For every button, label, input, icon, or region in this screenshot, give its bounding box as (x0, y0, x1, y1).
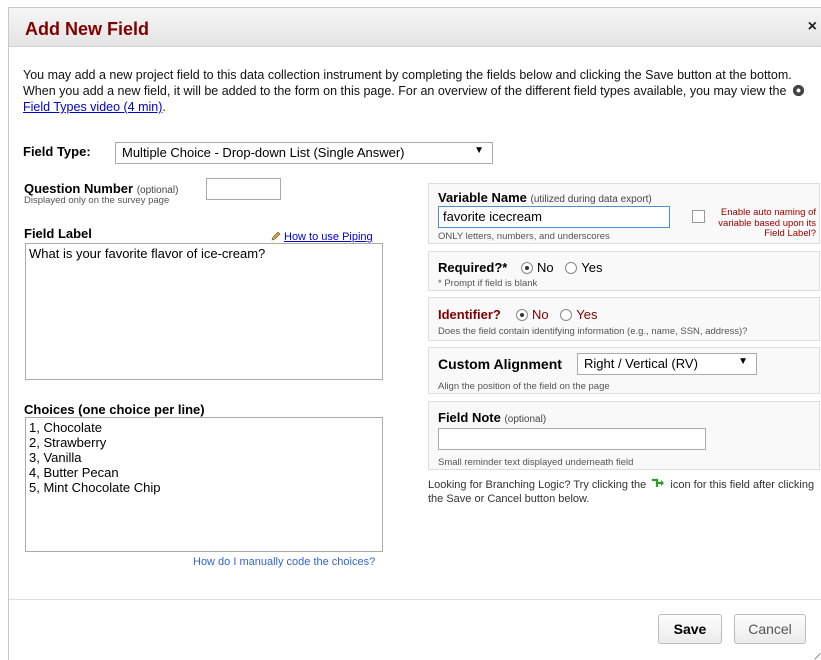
field-note-input[interactable] (438, 428, 706, 450)
manual-code-choices-link[interactable]: How do I manually code the choices? (193, 556, 375, 568)
field-note-label: Field Note (optional) (438, 410, 546, 425)
identifier-panel: Identifier? No Yes Does the field contai… (428, 297, 820, 341)
variable-name-title: Variable Name (438, 190, 527, 205)
custom-alignment-label: Custom Alignment (438, 356, 562, 372)
custom-alignment-hint: Align the position of the field on the p… (438, 381, 610, 392)
question-number-label: Question Number (optional) (24, 181, 178, 196)
custom-alignment-select[interactable]: Right / Vertical (RV) ▼ (577, 353, 757, 375)
pencil-icon (271, 231, 281, 241)
cancel-button[interactable]: Cancel (734, 614, 806, 644)
field-type-selected: Multiple Choice - Drop-down List (Single… (122, 145, 405, 160)
dialog-title: Add New Field (25, 19, 150, 39)
add-field-dialog: Add New Field × You may add a new projec… (8, 7, 821, 660)
required-no-radio[interactable] (521, 262, 533, 274)
branching-logic-icon (652, 478, 665, 487)
required-panel: Required?* No Yes * Prompt if field is b… (428, 251, 820, 291)
required-label: Required?* (438, 260, 508, 275)
question-number-title: Question Number (24, 181, 134, 196)
identifier-yes-radio[interactable] (560, 309, 573, 321)
required-no-label: No (537, 260, 554, 275)
field-note-optional: (optional) (504, 414, 547, 425)
choices-label: Choices (one choice per line) (24, 402, 205, 417)
intro-text: You may add a new project field to this … (23, 67, 813, 115)
chevron-down-icon: ▼ (738, 356, 748, 367)
intro-period: . (162, 100, 166, 114)
branching-tip-before: Looking for Branching Logic? Try clickin… (428, 479, 647, 491)
question-number-input[interactable] (206, 178, 281, 200)
field-type-select[interactable]: Multiple Choice - Drop-down List (Single… (115, 142, 493, 164)
variable-name-panel: Variable Name (utilized during data expo… (428, 183, 820, 244)
field-note-hint: Small reminder text displayed underneath… (438, 457, 634, 468)
identifier-no-label: No (532, 307, 549, 322)
identifier-hint: Does the field contain identifying infor… (438, 326, 748, 337)
intro-body: You may add a new project field to this … (23, 68, 792, 98)
chevron-down-icon: ▼ (474, 145, 484, 156)
field-type-label: Field Type: (23, 144, 91, 159)
identifier-yes-label: Yes (576, 307, 598, 322)
close-icon[interactable]: × (808, 18, 817, 36)
variable-name-hint: ONLY letters, numbers, and underscores (438, 231, 610, 242)
field-label-title: Field Label (24, 226, 92, 241)
question-number-hint: Displayed only on the survey page (24, 195, 170, 206)
variable-name-label: Variable Name (utilized during data expo… (438, 190, 652, 205)
identifier-options: No Yes (516, 307, 597, 322)
required-hint: * Prompt if field is blank (438, 278, 538, 289)
required-options: No Yes (521, 260, 602, 275)
resize-handle[interactable] (809, 648, 821, 660)
field-types-video-link[interactable]: Field Types video (4 min) (23, 100, 162, 114)
piping-link[interactable]: How to use Piping (284, 231, 373, 243)
variable-name-input[interactable]: favorite icecream (438, 206, 670, 228)
branching-logic-tip: Looking for Branching Logic? Try clickin… (428, 478, 820, 506)
field-label-textarea[interactable]: What is your favorite flavor of ice-crea… (25, 243, 383, 380)
required-yes-radio[interactable] (565, 262, 578, 274)
field-note-panel: Field Note (optional) Small reminder tex… (428, 401, 820, 470)
auto-naming-label: Enable auto naming of variable based upo… (718, 207, 816, 239)
custom-alignment-panel: Custom Alignment Right / Vertical (RV) ▼… (428, 347, 820, 394)
required-yes-label: Yes (581, 260, 603, 275)
identifier-no-radio[interactable] (516, 309, 528, 321)
choices-textarea[interactable]: 1, Chocolate 2, Strawberry 3, Vanilla 4,… (25, 417, 383, 552)
field-note-title: Field Note (438, 410, 501, 425)
identifier-label: Identifier? (438, 307, 501, 322)
variable-name-utilized: (utilized during data export) (530, 194, 652, 205)
save-button[interactable]: Save (658, 614, 722, 644)
dialog-titlebar[interactable]: Add New Field × (9, 8, 821, 47)
custom-alignment-selected: Right / Vertical (RV) (584, 356, 698, 371)
footer-divider (9, 599, 821, 600)
film-reel-icon (791, 84, 805, 97)
auto-naming-checkbox[interactable] (692, 210, 705, 223)
